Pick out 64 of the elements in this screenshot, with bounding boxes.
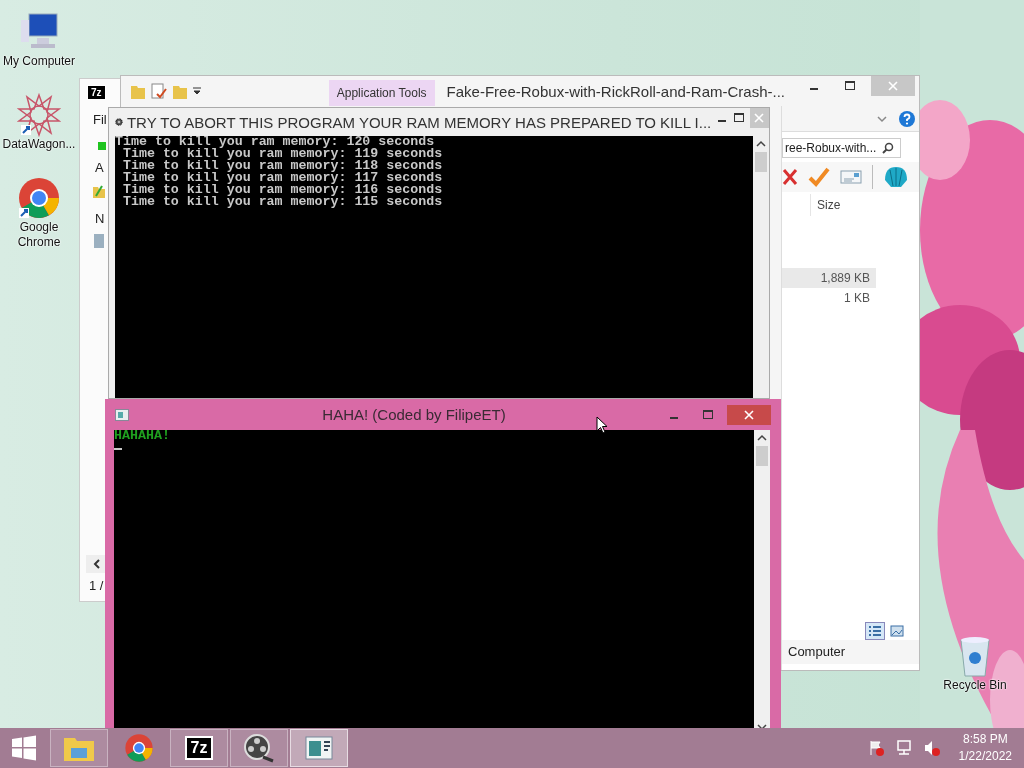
window-title: HAHA! (Coded by FilipeET) (321, 406, 507, 423)
muted-speaker-icon[interactable] (923, 740, 940, 756)
chevron-down-icon[interactable] (877, 114, 887, 123)
console-line: Time to kill you ram memory: 119 seconds (121, 148, 444, 160)
console-line: HAHAHA! (114, 430, 171, 442)
ribbon-tab[interactable]: Application Tools (328, 80, 435, 106)
folder-icon[interactable] (93, 184, 105, 198)
icon-label[interactable]: My Computer (0, 54, 78, 69)
status-text: 1 / (89, 578, 104, 593)
file-icon (94, 234, 104, 248)
delete-icon[interactable] (782, 168, 798, 186)
check-icon[interactable] (808, 167, 830, 187)
icon-label[interactable]: Recycle Bin (936, 678, 1014, 693)
console-line: Time to kill you ram memory: 117 seconds (121, 172, 444, 184)
windows-logo-icon[interactable] (11, 735, 37, 761)
window-icon[interactable] (305, 736, 333, 760)
clock-date[interactable]: 1/22/2022 (958, 748, 1012, 765)
console-line: Time to kill you ram memory: 116 seconds (121, 184, 444, 196)
window-title: Fake-Free-Robux-with-RickRoll-and-Ram-Crash-... (446, 82, 785, 100)
window-icon (115, 408, 129, 421)
icon-label[interactable]: DataWagon... (0, 137, 78, 152)
help-icon[interactable] (899, 110, 915, 127)
console-line: Time to kill you ram memory: 118 seconds (121, 160, 444, 172)
column-header[interactable]: Size (810, 194, 847, 216)
search-icon[interactable] (882, 142, 894, 154)
chrome-icon[interactable] (17, 176, 61, 220)
star-pattern-icon[interactable] (17, 93, 61, 137)
console-line: Time to kill you ram memory: 115 seconds (121, 196, 444, 208)
caret-up-icon[interactable] (757, 434, 767, 442)
menu-item[interactable]: Fil (93, 112, 107, 127)
taskbar-app-button[interactable]: 7z (170, 729, 228, 767)
search-field[interactable]: ree-Robux-with... (782, 138, 901, 158)
archive-app-icon: 7z (88, 86, 105, 99)
maximize-icon[interactable] (734, 113, 745, 123)
archive-app-icon[interactable]: 7z (186, 738, 212, 758)
scroll-left-button[interactable] (86, 555, 108, 573)
toolbar-label[interactable]: A (95, 160, 104, 175)
caret-down-icon[interactable] (757, 723, 767, 731)
taskbar-app-button[interactable] (230, 729, 288, 767)
properties-icon[interactable] (151, 83, 167, 99)
console-line: Time to kill you ram memory: 120 seconds (115, 136, 435, 148)
scroll-thumb[interactable] (756, 446, 768, 466)
text-cursor (114, 448, 122, 450)
maximize-icon[interactable] (845, 81, 855, 91)
file-row[interactable]: 1,889 KB (782, 268, 876, 288)
scroll-thumb[interactable] (755, 152, 767, 172)
close-button[interactable] (727, 404, 771, 425)
icon-label[interactable]: Google Chrome (14, 220, 64, 250)
chrome-icon[interactable] (124, 733, 154, 763)
caret-up-icon[interactable] (756, 140, 766, 148)
close-icon[interactable] (744, 409, 754, 420)
network-icon[interactable] (895, 740, 912, 756)
status-text: Computer (782, 640, 919, 664)
dropdown-icon[interactable] (193, 87, 201, 95)
chevron-left-icon[interactable] (93, 559, 101, 569)
window-title: TRY TO ABORT THIS PROGRAM YOUR RAM MEMORY HAS PREPARED TO KILL I... (126, 113, 712, 131)
scrollbar[interactable] (754, 430, 770, 731)
file-row[interactable]: 1 KB (782, 288, 876, 308)
shell-icon[interactable] (883, 166, 909, 188)
card-icon[interactable] (840, 169, 862, 185)
flag-error-icon[interactable] (867, 740, 884, 756)
clock-time[interactable]: 8:58 PM (962, 731, 1008, 748)
film-reel-icon[interactable] (243, 733, 275, 763)
column-header[interactable]: N (95, 211, 105, 226)
